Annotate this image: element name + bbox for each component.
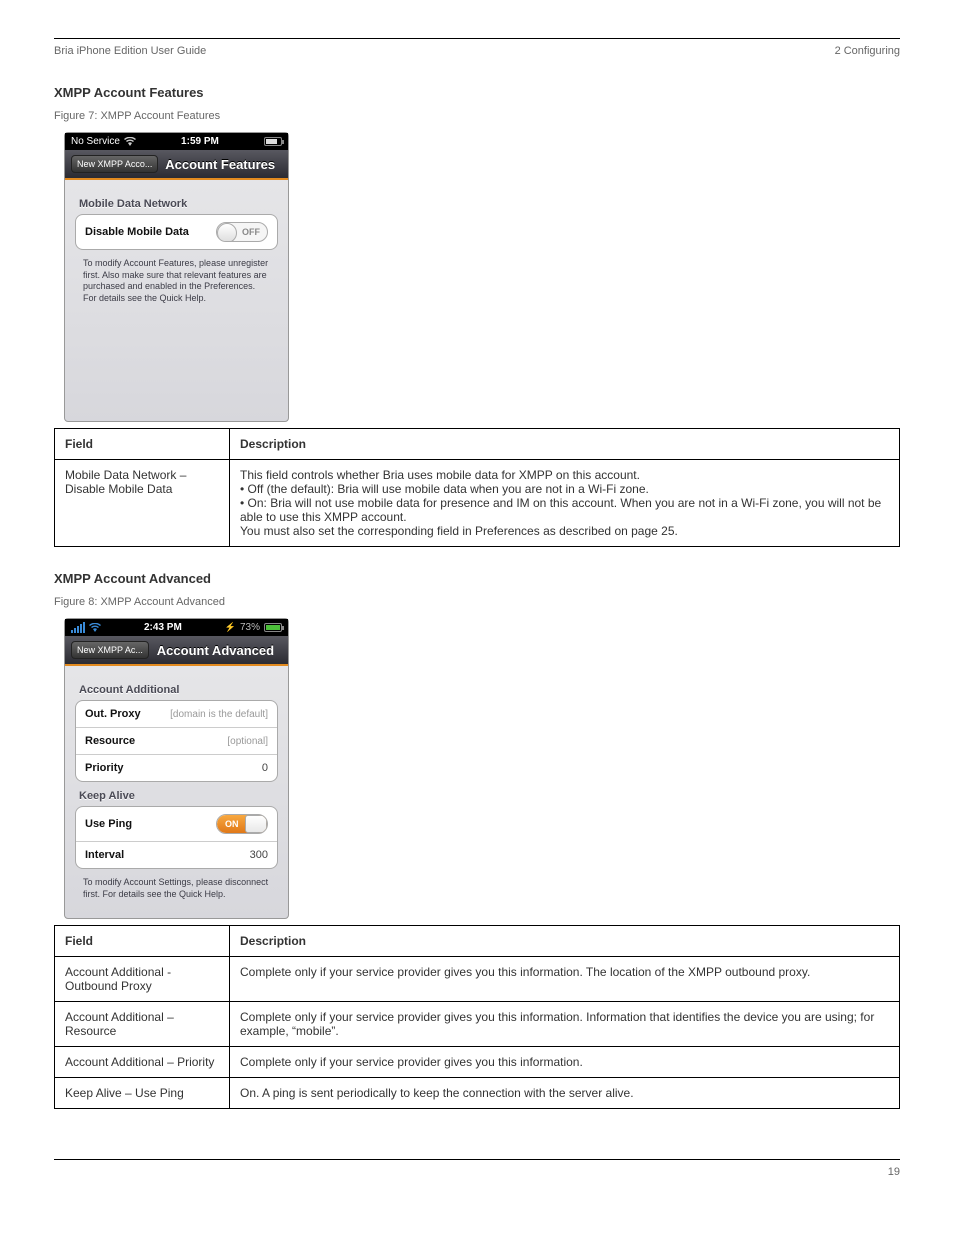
status-time: 2:43 PM: [144, 622, 182, 633]
out-proxy-placeholder: [domain is the default]: [170, 709, 268, 720]
table-row: Account Additional – Priority Complete o…: [55, 1047, 900, 1078]
toggle-on-text: ON: [225, 819, 239, 829]
footer-page-number: 19: [888, 1166, 900, 1178]
nav-title: Account Advanced: [149, 643, 282, 658]
interval-value: 300: [250, 849, 268, 861]
nav-bar: New XMPP Ac... Account Advanced: [65, 636, 288, 666]
back-button[interactable]: New XMPP Ac...: [71, 641, 149, 659]
advanced-table: Field Description Account Additional - O…: [54, 925, 900, 1109]
cell-field: Account Additional - Outbound Proxy: [55, 957, 230, 1002]
cell-desc: On. A ping is sent periodically to keep …: [230, 1078, 900, 1109]
header-right: 2 Configuring: [835, 45, 900, 57]
back-button[interactable]: New XMPP Acco...: [71, 155, 158, 173]
resource-label: Resource: [85, 735, 135, 747]
section-title-advanced: XMPP Account Advanced: [54, 571, 900, 586]
features-table: Field Description Mobile Data Network – …: [54, 428, 900, 547]
use-ping-toggle[interactable]: ON: [216, 814, 268, 834]
wifi-icon: [89, 623, 101, 632]
figure-caption-1: Figure 7: XMPP Account Features: [54, 110, 900, 122]
priority-label: Priority: [85, 762, 124, 774]
table-row: Account Additional - Outbound Proxy Comp…: [55, 957, 900, 1002]
row-disable-mobile-data: Disable Mobile Data OFF: [76, 215, 277, 249]
nav-bar: New XMPP Acco... Account Features: [65, 150, 288, 180]
disable-mobile-data-toggle[interactable]: OFF: [216, 222, 268, 242]
battery-icon: [264, 623, 282, 632]
no-service-label: No Service: [71, 136, 120, 147]
th-desc: Description: [230, 926, 900, 957]
row-resource[interactable]: Resource [optional]: [76, 727, 277, 754]
page-footer: 19: [54, 1159, 900, 1178]
priority-value: 0: [262, 762, 268, 774]
table-row: Mobile Data Network – Disable Mobile Dat…: [55, 460, 900, 547]
status-time: 1:59 PM: [181, 136, 219, 147]
cell-field: Account Additional – Priority: [55, 1047, 230, 1078]
group-header-additional: Account Additional: [79, 684, 274, 696]
status-bar: No Service 1:59 PM: [65, 133, 288, 150]
cell-desc: Complete only if your service provider g…: [230, 1047, 900, 1078]
cell-desc: This field controls whether Bria uses mo…: [230, 460, 900, 547]
use-ping-label: Use Ping: [85, 818, 132, 830]
screenshot-advanced: 2:43 PM ⚡ 73% New XMPP Ac... Account Adv…: [64, 618, 289, 919]
cell-desc: Complete only if your service provider g…: [230, 957, 900, 1002]
cell-field: Mobile Data Network – Disable Mobile Dat…: [55, 460, 230, 547]
cell-field: Keep Alive – Use Ping: [55, 1078, 230, 1109]
th-field: Field: [55, 926, 230, 957]
row-out-proxy[interactable]: Out. Proxy [domain is the default]: [76, 701, 277, 727]
battery-icon: [264, 137, 282, 146]
cell-desc: Complete only if your service provider g…: [230, 1002, 900, 1047]
toggle-off-text: OFF: [242, 227, 260, 237]
battery-pct: 73%: [240, 622, 260, 633]
signal-icon: [71, 622, 85, 633]
table-row: Account Additional – Resource Complete o…: [55, 1002, 900, 1047]
row-interval[interactable]: Interval 300: [76, 841, 277, 868]
wifi-icon: [124, 137, 136, 146]
nav-title: Account Features: [158, 157, 282, 172]
th-field: Field: [55, 429, 230, 460]
group-header-keepalive: Keep Alive: [79, 790, 274, 802]
section-title-features: XMPP Account Features: [54, 85, 900, 100]
row-use-ping: Use Ping ON: [76, 807, 277, 841]
group-header-mobile: Mobile Data Network: [79, 198, 274, 210]
screenshot-features: No Service 1:59 PM New XMPP Acco... Acco…: [64, 132, 289, 422]
row-priority[interactable]: Priority 0: [76, 754, 277, 781]
table-row: Keep Alive – Use Ping On. A ping is sent…: [55, 1078, 900, 1109]
advanced-footnote: To modify Account Settings, please disco…: [75, 869, 278, 904]
cell-field: Account Additional – Resource: [55, 1002, 230, 1047]
figure-caption-2: Figure 8: XMPP Account Advanced: [54, 596, 900, 608]
interval-label: Interval: [85, 849, 124, 861]
status-bar: 2:43 PM ⚡ 73%: [65, 619, 288, 636]
features-footnote: To modify Account Features, please unreg…: [75, 250, 278, 309]
disable-mobile-data-label: Disable Mobile Data: [85, 226, 189, 238]
th-desc: Description: [230, 429, 900, 460]
header-left: Bria iPhone Edition User Guide: [54, 45, 206, 57]
page-header: Bria iPhone Edition User Guide 2 Configu…: [54, 45, 900, 57]
out-proxy-label: Out. Proxy: [85, 708, 141, 720]
resource-placeholder: [optional]: [227, 736, 268, 747]
